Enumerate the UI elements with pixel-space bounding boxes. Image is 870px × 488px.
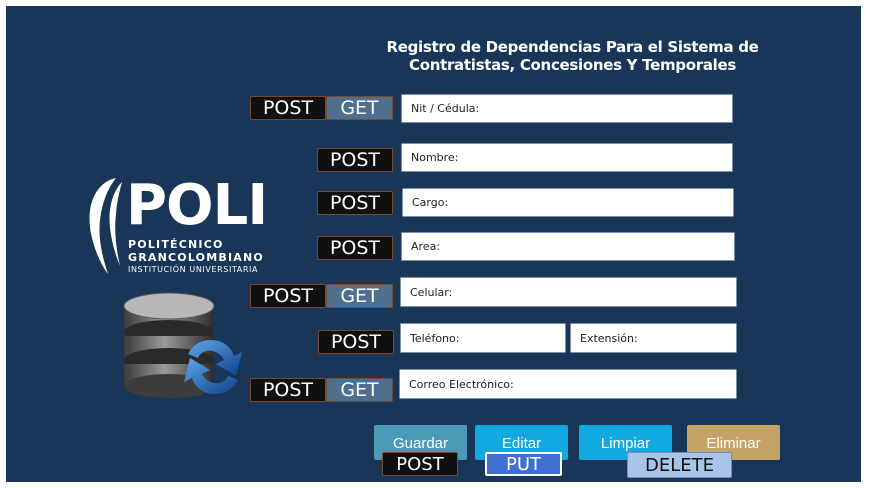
celular-get-tag: GET <box>326 284 393 308</box>
eliminar-delete-tag: DELETE <box>627 452 732 478</box>
celular-post-tag: POST <box>250 284 326 308</box>
nit-field[interactable]: Nit / Cédula: <box>401 94 733 123</box>
cargo-post-tag: POST <box>317 191 393 215</box>
poli-logo: POLI POLITÉCNICO GRANCOLOMBIANO INSTITUC… <box>82 176 268 276</box>
poli-logo-text: POLI <box>126 173 268 238</box>
poli-emblem-icon <box>89 178 122 274</box>
correo-post-tag: POST <box>250 378 326 402</box>
form-title-line2: Contratistas, Concesiones Y Temporales <box>408 56 737 74</box>
telefono-field[interactable]: Teléfono: <box>400 323 566 353</box>
cargo-field[interactable]: Cargo: <box>402 188 734 217</box>
guardar-post-tag: POST <box>382 452 458 476</box>
nit-post-tag: POST <box>250 96 326 120</box>
extension-field[interactable]: Extensión: <box>570 323 737 353</box>
area-field[interactable]: Area: <box>401 232 735 261</box>
poli-logo-line3: INSTITUCIÓN UNIVERSITARIA <box>128 265 259 274</box>
correo-field[interactable]: Correo Electrónico: <box>399 369 737 399</box>
poli-logo-line1: POLITÉCNICO <box>128 238 224 251</box>
database-sync-icon <box>123 292 242 398</box>
nit-get-tag: GET <box>326 96 393 120</box>
form-title: Registro de Dependencias Para el Sistema… <box>380 38 765 74</box>
form-title-line1: Registro de Dependencias Para el Sistema… <box>386 38 759 56</box>
nombre-field[interactable]: Nombre: <box>401 143 733 172</box>
telefono-post-tag: POST <box>318 330 394 354</box>
correo-get-tag: GET <box>326 378 393 402</box>
area-post-tag: POST <box>317 236 393 260</box>
editar-put-tag: PUT <box>485 452 562 476</box>
celular-field[interactable]: Celular: <box>400 277 737 307</box>
nombre-post-tag: POST <box>317 148 393 172</box>
poli-logo-line2: GRANCOLOMBIANO <box>128 251 264 264</box>
